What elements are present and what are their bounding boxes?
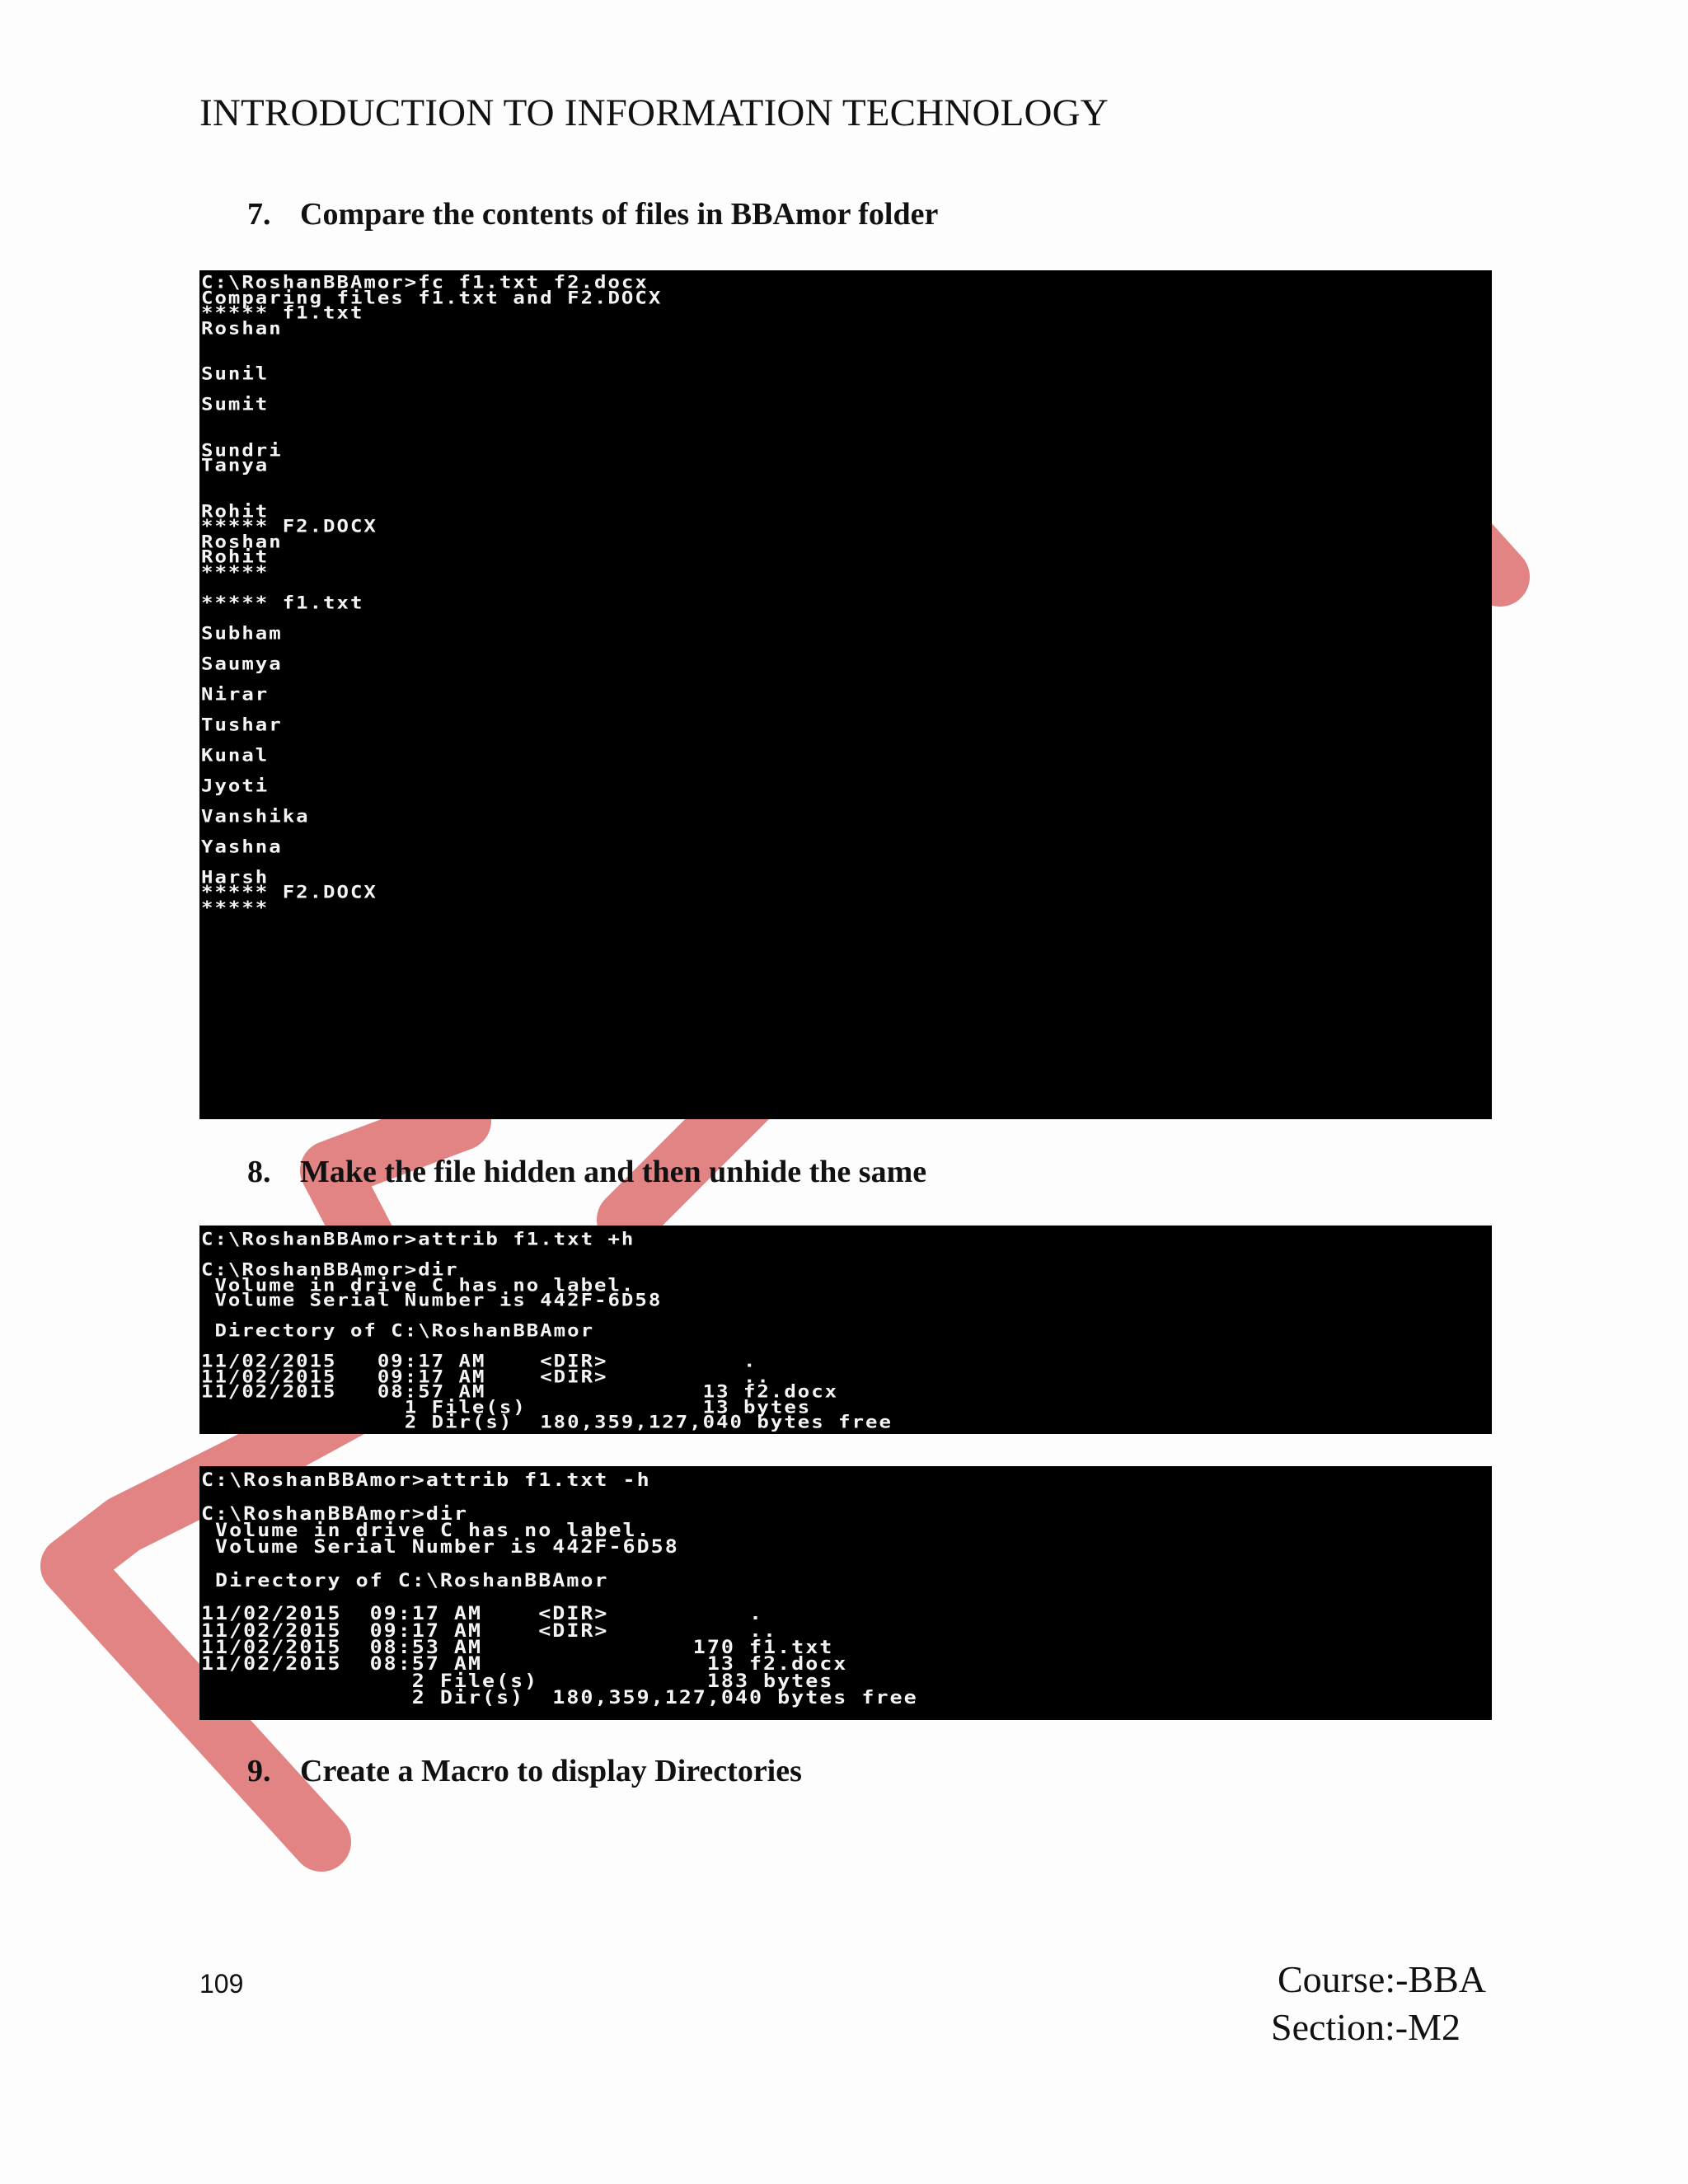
question-8: 8. Make the file hidden and then unhide …	[247, 1154, 926, 1190]
terminal-hide-output: C:\RoshanBBAmor>attrib f1.txt +h C:\Rosha…	[199, 1226, 1492, 1434]
question-text: Compare the contents of files in BBAmor …	[300, 197, 939, 232]
question-text: Create a Macro to display Directories	[300, 1754, 802, 1788]
question-number: 8.	[247, 1155, 271, 1189]
terminal-line: Kunal	[201, 744, 270, 766]
terminal-line: Roshan	[201, 317, 283, 339]
terminal-line: ***** F2.DOCX	[201, 515, 377, 537]
terminal-line: Tushar	[201, 714, 283, 735]
terminal-line: *****	[201, 561, 270, 583]
terminal-line: Rohit	[201, 500, 270, 522]
terminal-line: Nirar	[201, 683, 270, 705]
terminal-line: Tanya	[201, 454, 270, 476]
question-number: 7.	[247, 197, 271, 232]
terminal-line: Vanshika	[201, 805, 310, 827]
terminal-line: Saumya	[201, 653, 283, 674]
question-text: Make the file hidden and then unhide the…	[300, 1155, 927, 1189]
terminal-line: Directory of C:\RoshanBBAmor	[201, 1319, 595, 1341]
terminal-compare-output: C:\RoshanBBAmor>fc f1.txt f2.docx Compari…	[199, 270, 1492, 1119]
terminal-line: ***** F2.DOCX	[201, 881, 377, 902]
terminal-line: Comparing files f1.txt and F2.DOCX	[201, 287, 663, 308]
terminal-line: ***** f1.txt	[201, 592, 364, 613]
question-9: 9. Create a Macro to display Directories	[247, 1753, 802, 1789]
terminal-line: Harsh	[201, 866, 270, 888]
terminal-line: Volume Serial Number is 442F-6D58	[201, 1535, 679, 1558]
terminal-line: Yashna	[201, 836, 283, 857]
terminal-line: Sunil	[201, 363, 270, 384]
terminal-line: Roshan	[201, 531, 283, 552]
terminal-line: C:\RoshanBBAmor>attrib f1.txt -h	[201, 1469, 651, 1491]
terminal-line: Subham	[201, 622, 283, 644]
terminal-line: Sundri	[201, 439, 283, 461]
terminal-line: Directory of C:\RoshanBBAmor	[201, 1569, 609, 1591]
terminal-line: Rohit	[201, 546, 270, 567]
terminal-line: 2 Dir(s) 180,359,127,040 bytes free	[201, 1686, 918, 1708]
terminal-line: *****	[201, 897, 270, 918]
footer-course: Course:-BBA	[1278, 1958, 1486, 2000]
terminal-line: Volume Serial Number is 442F-6D58	[201, 1289, 663, 1310]
question-7: 7. Compare the contents of files in BBAm…	[247, 196, 938, 232]
footer-section: Section:-M2	[1271, 2006, 1461, 2048]
terminal-line: C:\RoshanBBAmor>attrib f1.txt +h	[201, 1228, 635, 1249]
terminal-line: Sumit	[201, 393, 270, 415]
page-header: INTRODUCTION TO INFORMATION TECHNOLOGY	[199, 91, 1109, 134]
terminal-line: 2 Dir(s) 180,359,127,040 bytes free	[201, 1411, 893, 1432]
terminal-unhide-output: C:\RoshanBBAmor>attrib f1.txt -h C:\Rosha…	[199, 1466, 1492, 1720]
terminal-line: Jyoti	[201, 775, 270, 796]
question-number: 9.	[247, 1754, 271, 1788]
terminal-line: ***** f1.txt	[201, 302, 364, 323]
page-number: 109	[199, 1969, 244, 1999]
